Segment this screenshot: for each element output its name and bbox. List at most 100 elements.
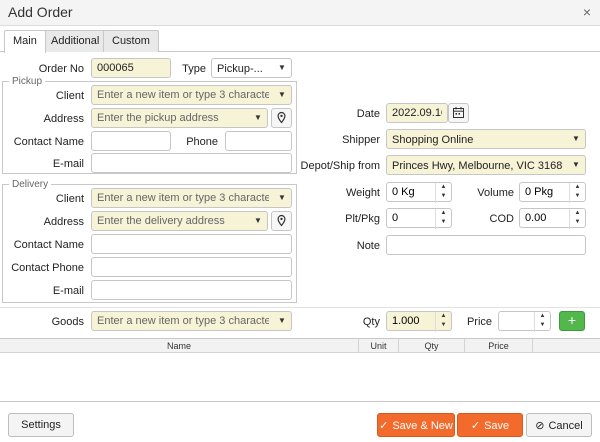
spin-up-icon[interactable]: ▲ <box>570 209 585 218</box>
grid-col-unit[interactable]: Unit <box>359 339 399 353</box>
save-label: Save <box>484 419 510 432</box>
pickup-phone-input[interactable] <box>225 131 292 151</box>
delivery-address-combo[interactable]: ▼ <box>91 211 268 231</box>
goods-grid-header: Name Unit Qty Price <box>0 339 600 353</box>
close-icon[interactable]: × <box>583 4 591 20</box>
delivery-client-label: Client <box>55 193 84 205</box>
spin-up-icon[interactable]: ▲ <box>535 312 550 321</box>
spin-down-icon[interactable]: ▼ <box>436 218 451 227</box>
pickup-contact-input[interactable] <box>91 131 171 151</box>
chevron-down-icon[interactable]: ▼ <box>567 156 585 174</box>
grid-col-name[interactable]: Name <box>0 339 359 353</box>
grid-col-qty[interactable]: Qty <box>399 339 465 353</box>
date-input[interactable] <box>386 103 448 123</box>
check-icon: ✓ <box>379 419 389 432</box>
check-icon: ✓ <box>470 419 481 432</box>
chevron-down-icon[interactable]: ▼ <box>249 212 267 230</box>
goods-divider <box>0 307 600 308</box>
depot-label: Depot/Ship from <box>300 160 380 172</box>
calendar-button[interactable] <box>448 103 469 123</box>
volume-input[interactable] <box>520 183 569 201</box>
map-pin-icon <box>277 214 286 227</box>
map-pin-icon <box>277 111 286 124</box>
spin-down-icon[interactable]: ▼ <box>570 218 585 227</box>
pltpkg-input[interactable] <box>387 209 435 227</box>
delivery-address-label: Address <box>43 216 84 228</box>
cancel-button[interactable]: ⊘ Cancel <box>526 413 592 437</box>
goods-label: Goods <box>51 316 84 328</box>
weight-stepper[interactable]: ▲▼ <box>386 182 452 203</box>
save-button[interactable]: ✓ Save <box>457 413 523 437</box>
date-label: Date <box>356 108 380 120</box>
pickup-phone-label: Phone <box>186 136 218 148</box>
delivery-map-pin-button[interactable] <box>271 211 292 231</box>
chevron-down-icon[interactable]: ▼ <box>273 59 291 77</box>
delivery-contact-phone-input[interactable] <box>91 257 292 277</box>
cod-stepper[interactable]: ▲▼ <box>519 208 586 229</box>
spin-down-icon[interactable]: ▼ <box>436 321 451 330</box>
qty-label: Qty <box>362 316 380 328</box>
note-label: Note <box>356 240 380 252</box>
qty-input[interactable] <box>387 312 435 330</box>
type-select[interactable]: Pickup-... ▼ <box>211 58 292 78</box>
spin-down-icon[interactable]: ▼ <box>570 192 585 201</box>
chevron-down-icon[interactable]: ▼ <box>273 189 291 207</box>
delivery-contact-input[interactable] <box>91 234 292 254</box>
settings-button[interactable]: Settings <box>8 413 74 437</box>
volume-stepper[interactable]: ▲▼ <box>519 182 586 203</box>
tab-custom[interactable]: Custom <box>103 30 159 52</box>
grid-col-price[interactable]: Price <box>465 339 533 353</box>
delivery-address-input[interactable] <box>92 212 250 230</box>
tab-main[interactable]: Main <box>4 30 46 53</box>
qty-stepper[interactable]: ▲▼ <box>386 311 452 332</box>
pickup-client-combo[interactable]: ▼ <box>91 85 292 105</box>
pickup-email-label: E-mail <box>52 158 84 170</box>
cancel-icon: ⊘ <box>535 419 545 432</box>
shipper-select[interactable]: Shopping Online ▼ <box>386 129 586 149</box>
delivery-email-input[interactable] <box>91 280 292 300</box>
note-input[interactable] <box>386 235 586 255</box>
spin-down-icon[interactable]: ▼ <box>535 321 550 330</box>
pickup-address-combo[interactable]: ▼ <box>91 108 268 128</box>
delivery-contact-phone-label: Contact Phone <box>11 262 84 274</box>
spin-down-icon[interactable]: ▼ <box>436 192 451 201</box>
type-value: Pickup-... <box>217 63 263 75</box>
weight-input[interactable] <box>387 183 435 201</box>
volume-label: Volume <box>477 187 514 199</box>
spin-up-icon[interactable]: ▲ <box>570 183 585 192</box>
shipper-label: Shipper <box>342 134 380 146</box>
pltpkg-stepper[interactable]: ▲▼ <box>386 208 452 229</box>
goods-combo[interactable]: ▼ <box>91 311 292 331</box>
goods-input[interactable] <box>92 312 274 330</box>
delivery-email-label: E-mail <box>52 285 84 297</box>
depot-select[interactable]: Princes Hwy, Melbourne, VIC 3168 ▼ <box>386 155 586 175</box>
pickup-map-pin-button[interactable] <box>271 108 292 128</box>
tab-additional[interactable]: Additional <box>42 30 109 52</box>
cancel-label: Cancel <box>548 419 583 432</box>
delivery-client-combo[interactable]: ▼ <box>91 188 292 208</box>
pltpkg-label: Plt/Pkg <box>345 213 380 225</box>
pickup-email-input[interactable] <box>91 153 292 173</box>
chevron-down-icon[interactable]: ▼ <box>273 312 291 330</box>
spin-up-icon[interactable]: ▲ <box>436 183 451 192</box>
delivery-client-input[interactable] <box>92 189 274 207</box>
price-input[interactable] <box>499 312 534 330</box>
spin-up-icon[interactable]: ▲ <box>436 209 451 218</box>
dialog-footer: Settings ✓ Save & New ✓ Save ⊘ Cancel <box>0 404 600 442</box>
chevron-down-icon[interactable]: ▼ <box>249 109 267 127</box>
order-no-input[interactable] <box>91 58 171 78</box>
chevron-down-icon[interactable]: ▼ <box>273 86 291 104</box>
weight-label: Weight <box>345 187 380 199</box>
settings-button-label: Settings <box>21 419 61 431</box>
shipper-value: Shopping Online <box>392 134 474 146</box>
pickup-address-input[interactable] <box>92 109 250 127</box>
spin-up-icon[interactable]: ▲ <box>436 312 451 321</box>
delivery-legend: Delivery <box>12 179 49 190</box>
price-stepper[interactable]: ▲ ▼ <box>498 311 551 332</box>
cod-input[interactable] <box>520 209 569 227</box>
price-label: Price <box>466 316 492 328</box>
pickup-client-input[interactable] <box>92 86 274 104</box>
save-new-button[interactable]: ✓ Save & New <box>377 413 455 437</box>
chevron-down-icon[interactable]: ▼ <box>567 130 585 148</box>
add-goods-button[interactable]: + <box>559 311 585 331</box>
